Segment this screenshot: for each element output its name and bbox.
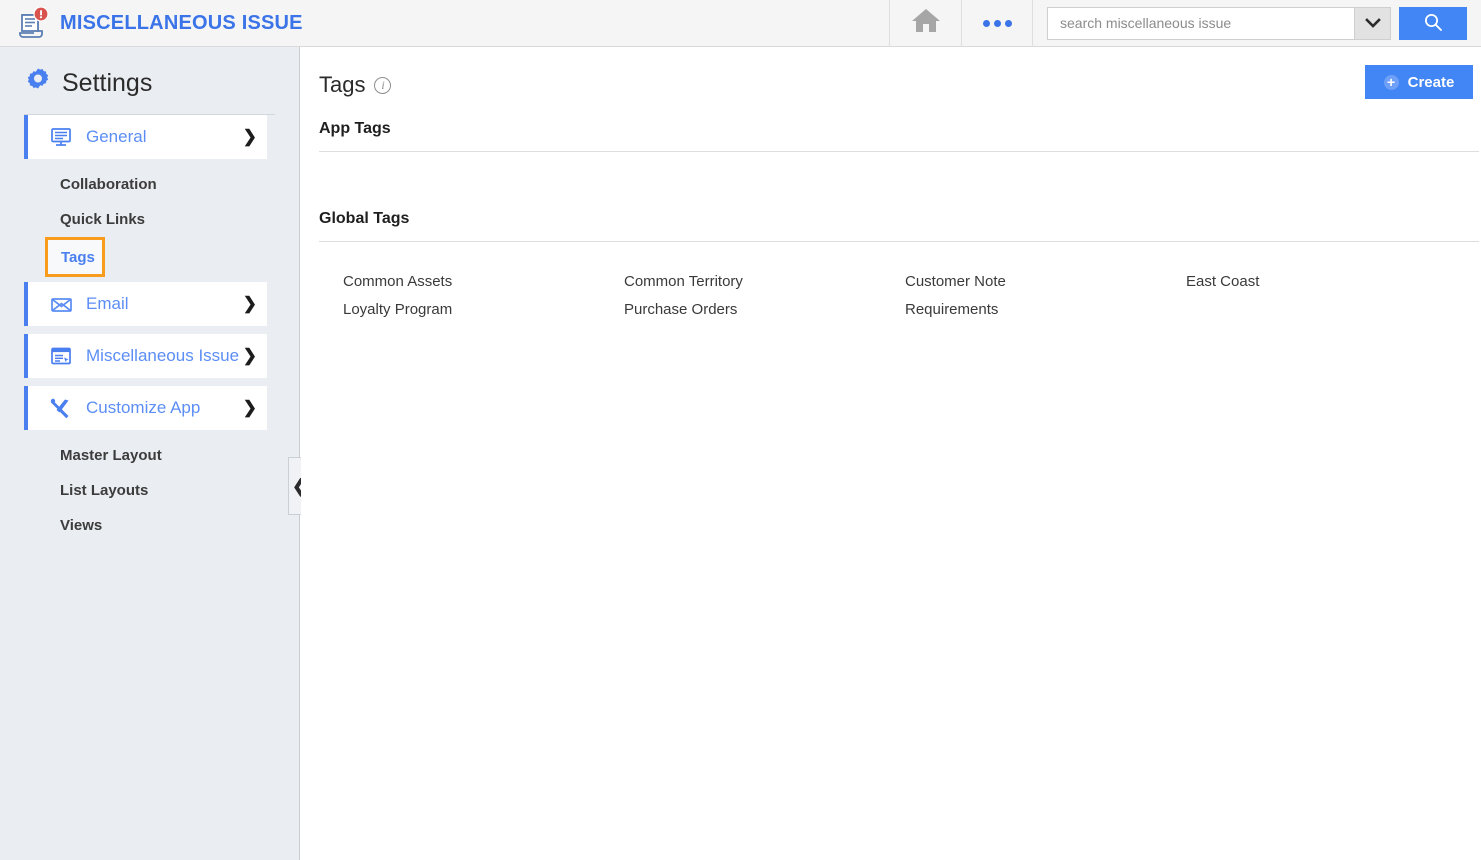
page-title: Settings [62,69,153,97]
content-header: Tags i [301,47,1481,98]
monitor-icon [48,127,74,147]
app-tags-heading: App Tags [319,120,391,137]
main-content: Tags i + Create App Tags Global Tags Com… [301,47,1481,860]
plus-circle-icon: + [1383,74,1399,90]
envelope-icon [48,295,74,314]
sidebar-nav: General ❯ Collaboration Quick Links Tags… [0,115,299,543]
global-tags-heading: Global Tags [319,210,410,227]
sidebar-item-miscellaneous-issue[interactable]: Miscellaneous Issue ❯ [24,334,267,378]
sidebar-item-label: Customize App [86,398,201,417]
sidebar-item-label: Email [86,294,129,313]
sidebar-header: Settings [0,47,299,114]
tag-item[interactable]: Customer Note [905,267,1186,295]
more-dots-icon [982,19,990,27]
tools-icon [48,397,74,419]
chevron-down-icon [1364,18,1381,28]
tag-item[interactable]: Requirements [905,295,1186,323]
content-title: Tags [319,72,366,97]
sidebar-item-tags[interactable]: Tags [45,237,105,277]
sidebar-item-general[interactable]: General ❯ [24,115,267,159]
sidebar: Settings General ❯ Collaboration Quick L… [0,47,311,860]
tag-item[interactable]: East Coast [1186,267,1467,295]
more-dots-icon [1004,19,1012,27]
create-button-label: Create [1407,73,1455,91]
more-dots-icon [993,19,1001,27]
chevron-right-icon[interactable]: ❯ [243,127,257,147]
tag-item[interactable]: Loyalty Program [343,295,624,323]
document-alert-icon [16,6,50,39]
sidebar-item-label: Views [60,517,103,534]
tag-item[interactable]: Common Assets [343,267,624,295]
app-title: MISCELLANEOUS ISSUE [60,11,303,34]
search-box[interactable] [1047,6,1391,40]
window-list-icon [48,346,74,366]
tag-item[interactable]: Purchase Orders [624,295,905,323]
sidebar-item-quick-links[interactable]: Quick Links [0,202,299,237]
brand[interactable]: MISCELLANEOUS ISSUE [0,6,303,39]
sidebar-item-views[interactable]: Views [0,508,299,543]
sidebar-item-label: General [86,127,147,146]
search-scope-dropdown[interactable] [1354,7,1390,39]
search-icon [1423,12,1443,35]
tag-item[interactable]: Common Territory [624,267,905,295]
global-tags-list: Common Assets Common Territory Customer No… [301,267,1481,323]
sidebar-item-label: Miscellaneous Issue [86,346,240,365]
search-button[interactable] [1399,6,1467,40]
create-button[interactable]: + Create [1365,65,1473,99]
search-input[interactable] [1048,7,1354,39]
chevron-down-icon[interactable]: ❯ [243,398,257,418]
home-button[interactable] [889,0,961,47]
sidebar-item-email[interactable]: Email ❯ [24,282,267,326]
sidebar-item-customize-app[interactable]: Customize App ❯ [24,386,267,430]
search-area [1033,6,1481,40]
sidebar-item-label: Collaboration [60,176,157,193]
chevron-right-icon[interactable]: ❯ [243,346,257,366]
top-bar: MISCELLANEOUS ISSUE [0,0,1481,47]
sidebar-item-master-layout[interactable]: Master Layout [0,438,299,473]
chevron-right-icon[interactable]: ❯ [243,294,257,314]
sidebar-item-label: List Layouts [60,482,149,499]
sidebar-item-list-layouts[interactable]: List Layouts [0,473,299,508]
sidebar-item-label: Quick Links [60,211,146,228]
info-icon[interactable]: i [374,76,392,94]
gear-icon [24,67,52,100]
sidebar-item-label: Tags [61,248,95,266]
sidebar-item-label: Master Layout [60,447,162,464]
home-icon [911,7,941,39]
more-button[interactable] [961,0,1033,47]
sidebar-item-collaboration[interactable]: Collaboration [0,167,299,202]
